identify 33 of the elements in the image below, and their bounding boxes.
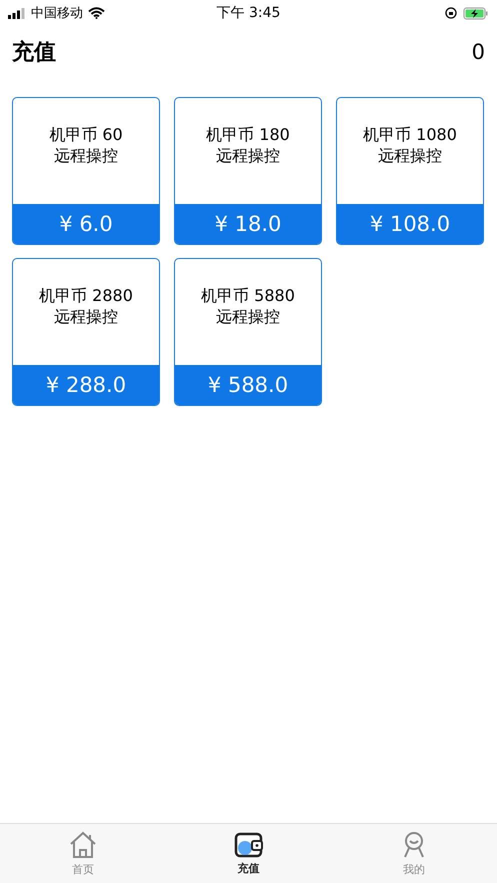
tab-label: 我的 xyxy=(403,862,426,876)
tab-label: 首页 xyxy=(72,862,94,876)
product-card[interactable]: 机甲币 5880 远程操控 ¥ 588.0 xyxy=(174,258,322,406)
product-name: 机甲币 2880 xyxy=(39,285,133,306)
price-bar: ¥ 6.0 xyxy=(13,204,159,244)
price-bar: ¥ 588.0 xyxy=(175,365,321,405)
product-description: 远程操控 xyxy=(216,145,280,166)
price-bar: ¥ 288.0 xyxy=(13,365,159,405)
product-description: 远程操控 xyxy=(54,306,118,327)
carrier-name: 中国移动 xyxy=(31,5,83,22)
product-description: 远程操控 xyxy=(54,145,118,166)
product-name: 机甲币 1080 xyxy=(363,124,457,145)
product-card[interactable]: 机甲币 60 远程操控 ¥ 6.0 xyxy=(12,97,160,245)
wifi-icon xyxy=(88,7,105,19)
wallet-icon xyxy=(234,832,264,858)
tab-item[interactable]: 充值 xyxy=(166,824,332,883)
price-bar: ¥ 108.0 xyxy=(337,204,483,244)
status-time: 下午 3:45 xyxy=(216,4,282,22)
coin-balance: 0 xyxy=(472,40,485,64)
product-card[interactable]: 机甲币 180 远程操控 ¥ 18.0 xyxy=(174,97,322,245)
product-name: 机甲币 180 xyxy=(206,124,290,145)
product-name: 机甲币 5880 xyxy=(201,285,295,306)
home-icon xyxy=(68,830,98,858)
product-description: 远程操控 xyxy=(216,306,280,327)
tab-label: 充值 xyxy=(238,860,260,876)
product-card[interactable]: 机甲币 2880 远程操控 ¥ 288.0 xyxy=(12,258,160,406)
product-card[interactable]: 机甲币 1080 远程操控 ¥ 108.0 xyxy=(336,97,484,245)
rotation-lock-icon xyxy=(444,7,457,19)
signal-icon xyxy=(8,8,26,18)
product-description: 远程操控 xyxy=(378,145,442,166)
page-title: 充值 xyxy=(12,38,56,67)
product-name: 机甲币 60 xyxy=(49,124,123,145)
price-bar: ¥ 18.0 xyxy=(175,204,321,244)
